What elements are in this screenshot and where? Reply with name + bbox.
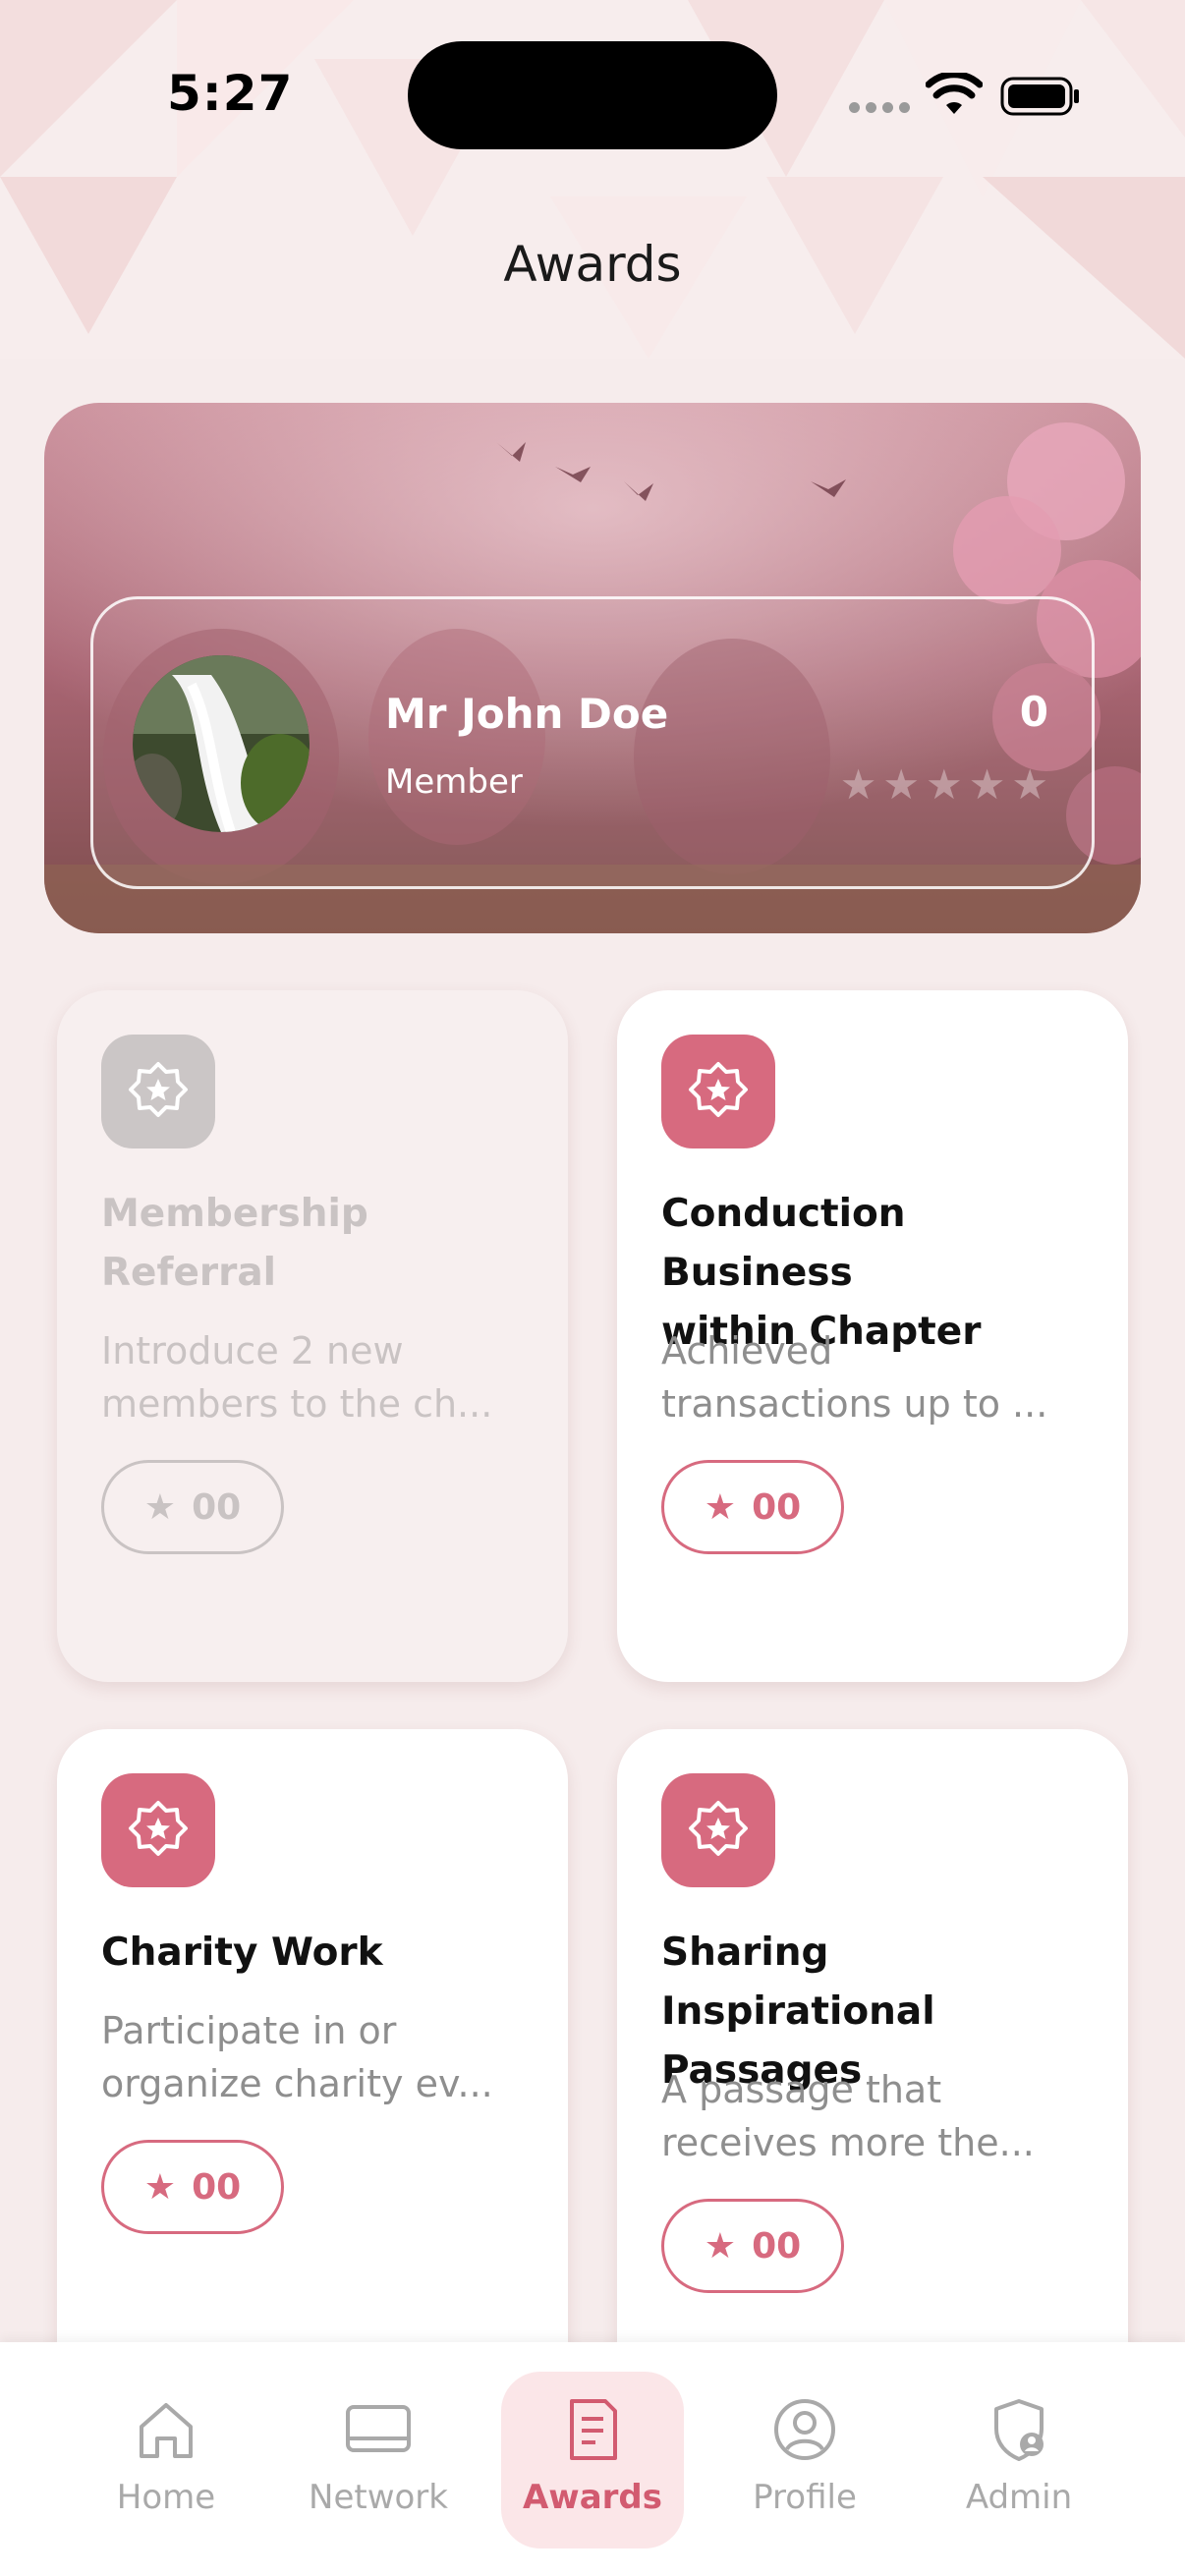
star-icon: ★ [968, 760, 1006, 809]
badge-star-icon [101, 1773, 215, 1887]
member-name: Mr John Doe [385, 690, 669, 738]
star-icon: ★ [143, 1486, 177, 1528]
award-description: Introduce 2 new members to the ch... [101, 1329, 493, 1426]
badge-star-icon [661, 1773, 775, 1887]
status-time: 5:27 [167, 65, 294, 122]
nav-item-awards[interactable]: Awards [501, 2372, 684, 2548]
star-icon: ★ [1011, 760, 1048, 809]
award-title: Charity Work [101, 1931, 383, 1975]
award-title: Membership Referral [101, 1192, 368, 1295]
cellular-signal-icon [849, 102, 910, 113]
star-icon: ★ [704, 1486, 737, 1528]
badge-star-icon [101, 1035, 215, 1148]
status-bar: 5:27 [0, 0, 1185, 196]
award-card-sharing-inspirational-passages[interactable]: Sharing Inspirational Passages A passage… [617, 1729, 1128, 2397]
badge-star-icon [661, 1035, 775, 1148]
points-badge: ★ 00 [661, 2199, 844, 2293]
nav-item-profile[interactable]: Profile [713, 2372, 896, 2548]
award-description: A passage that receives more the... [661, 2068, 1035, 2164]
star-icon: ★ [839, 760, 877, 809]
avatar [133, 655, 310, 832]
award-card-membership-referral[interactable]: Membership Referral Introduce 2 new memb… [57, 990, 568, 1682]
star-icon: ★ [143, 2166, 177, 2208]
profile-card: Mr John Doe Member 0 ★ ★ ★ ★ ★ [90, 596, 1095, 889]
dynamic-island [408, 41, 777, 149]
award-score: 0 [1019, 688, 1048, 736]
profile-icon [774, 2399, 835, 2460]
nav-item-network[interactable]: Network [287, 2372, 470, 2548]
star-icon: ★ [926, 760, 963, 809]
award-card-conduction-business[interactable]: Conduction Business within Chapter Achie… [617, 990, 1128, 1682]
member-role: Member [385, 762, 523, 802]
nav-item-home[interactable]: Home [75, 2372, 257, 2548]
page-title: Awards [503, 236, 682, 293]
award-description: Participate in or organize charity ev... [101, 2009, 493, 2105]
star-icon: ★ [882, 760, 921, 809]
wifi-icon [926, 73, 983, 114]
profile-banner: Mr John Doe Member 0 ★ ★ ★ ★ ★ [44, 403, 1141, 933]
points-badge: ★ 00 [101, 2140, 284, 2234]
points-badge: ★ 00 [101, 1460, 284, 1554]
award-description: Achieved transactions up to ... [661, 1329, 1048, 1426]
home-icon [140, 2403, 193, 2458]
points-badge: ★ 00 [661, 1460, 844, 1554]
admin-icon [994, 2399, 1044, 2461]
award-card-charity-work[interactable]: Charity Work Participate in or organize … [57, 1729, 568, 2397]
awards-icon [570, 2399, 617, 2460]
network-icon [346, 2405, 411, 2452]
nav-item-admin[interactable]: Admin [928, 2372, 1110, 2548]
star-icon: ★ [704, 2225, 737, 2267]
bottom-navigation: Home Network Awards Profile Admin [0, 2342, 1185, 2576]
star-rating: ★ ★ ★ ★ ★ [840, 764, 1048, 806]
battery-icon [1000, 77, 1079, 116]
